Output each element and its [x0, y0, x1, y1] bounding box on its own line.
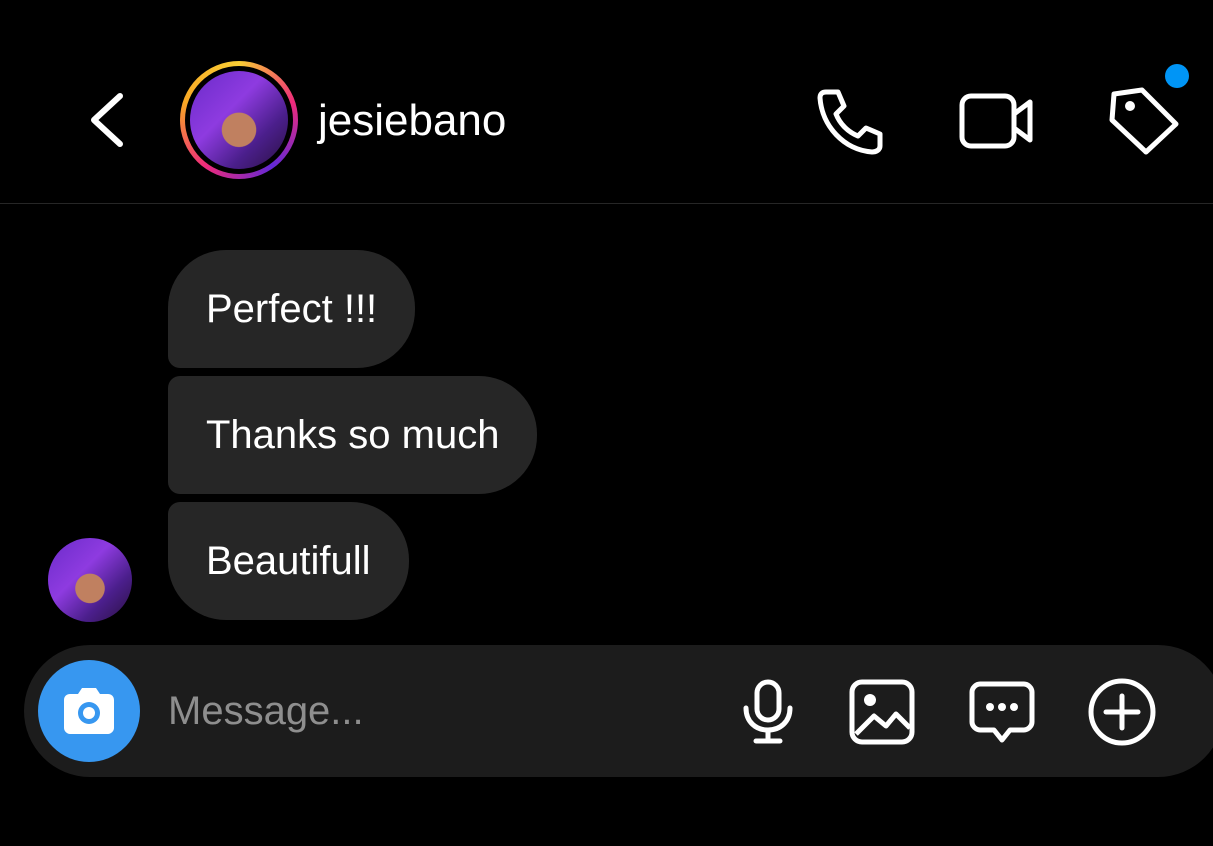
image-icon[interactable]: [848, 678, 916, 746]
avatar-image: [190, 71, 288, 169]
tag-icon[interactable]: [1106, 84, 1182, 156]
message-bubble[interactable]: Beautifull: [168, 502, 409, 620]
microphone-icon[interactable]: [740, 678, 796, 746]
message-input[interactable]: [168, 684, 688, 738]
sender-avatar[interactable]: [48, 538, 132, 622]
message-text: Thanks so much: [206, 412, 500, 457]
message-text: Perfect !!!: [206, 286, 378, 331]
sticker-chat-icon[interactable]: [968, 680, 1036, 746]
message-bubble[interactable]: Thanks so much: [168, 376, 538, 494]
phone-icon[interactable]: [812, 86, 888, 156]
avatar[interactable]: [180, 61, 298, 179]
notification-dot: [1165, 64, 1189, 88]
chat-header: jesiebano: [0, 0, 1213, 204]
message-bubble[interactable]: Perfect !!!: [168, 250, 416, 368]
camera-button[interactable]: [38, 660, 140, 762]
plus-circle-icon[interactable]: [1086, 676, 1158, 748]
username[interactable]: jesiebano: [318, 96, 506, 146]
camera-icon: [64, 688, 114, 734]
message-text: Beautifull: [206, 538, 371, 583]
video-camera-icon[interactable]: [958, 90, 1036, 152]
chevron-left-icon[interactable]: [78, 82, 138, 158]
